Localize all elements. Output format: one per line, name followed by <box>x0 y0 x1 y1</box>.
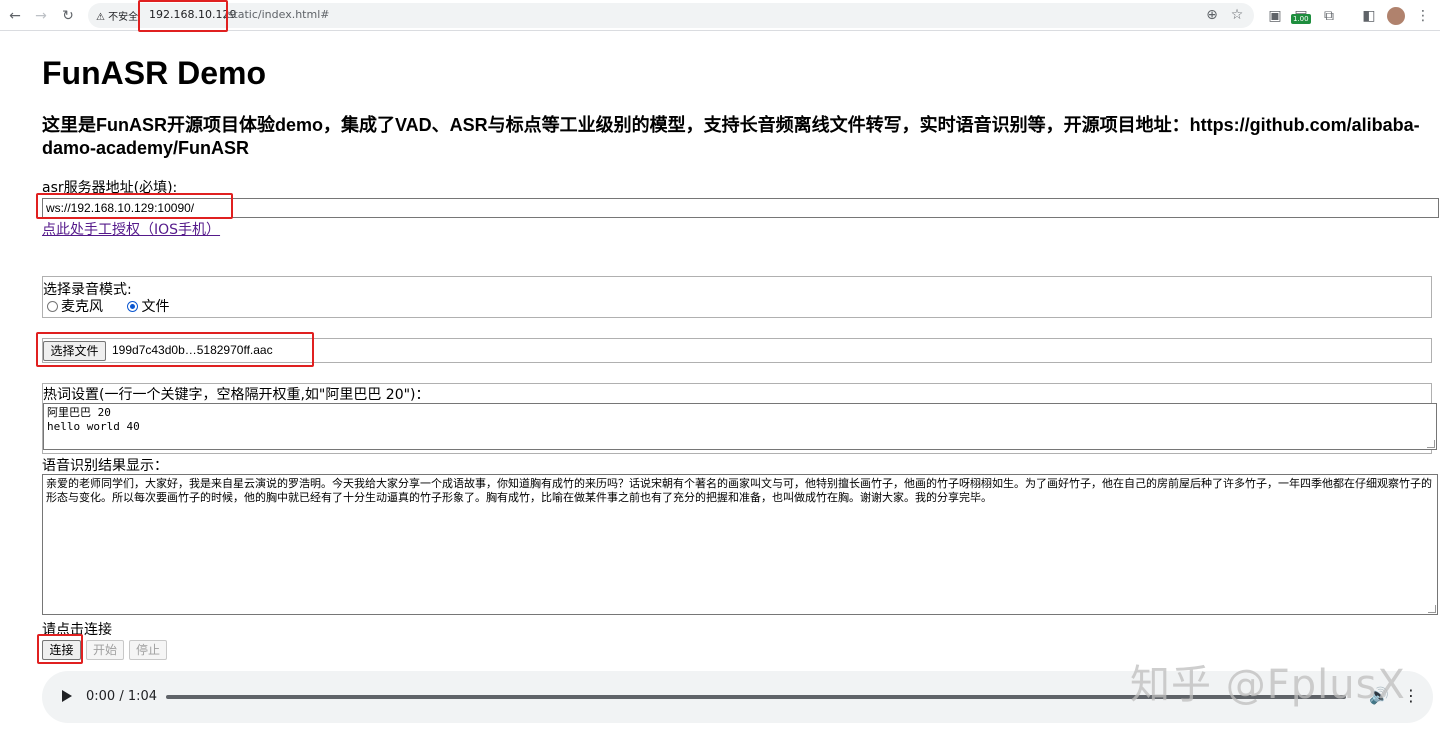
forward-icon[interactable]: → <box>31 6 51 26</box>
insecure-indicator[interactable]: ⚠ 不安全 <box>96 8 138 23</box>
profile-avatar[interactable] <box>1387 7 1405 25</box>
incognito-icon[interactable]: ▣ <box>1265 6 1285 26</box>
mode-radio-group: 麦克风 文件 <box>47 298 169 316</box>
mode-option-label: 文件 <box>141 299 170 315</box>
start-button[interactable]: 开始 <box>86 640 124 660</box>
result-text: 亲爱的老师同学们，大家好，我是来自星云演说的罗浩明。今天我给大家分享一个成语故事… <box>46 477 1432 504</box>
mode-label: 选择录音模式: <box>43 282 132 298</box>
reload-icon[interactable]: ↻ <box>58 6 78 26</box>
result-label: 语音识别结果显示： <box>42 458 168 474</box>
resize-grip-icon[interactable] <box>1427 440 1435 448</box>
insecure-label: 不安全 <box>108 12 139 23</box>
url-highlight-box <box>138 0 228 32</box>
radio-microphone[interactable] <box>47 301 58 312</box>
radio-file[interactable] <box>127 301 139 312</box>
hotword-text: 阿里巴巴 20 hello world 40 <box>47 406 140 433</box>
file-highlight-box <box>36 332 314 367</box>
side-panel-icon[interactable]: ◧ <box>1359 6 1379 26</box>
zoom-icon[interactable]: ⊕ <box>1202 5 1222 25</box>
extensions-puzzle-icon[interactable]: ⧉ <box>1319 6 1339 26</box>
url-path: /static/index.html# <box>224 8 330 21</box>
menu-kebab-icon[interactable]: ⋮ <box>1413 6 1433 26</box>
mode-fieldset <box>42 276 1432 318</box>
browser-toolbar: ← → ↻ ⚠ 不安全 192.168.10.129 /static/index… <box>0 0 1440 32</box>
server-highlight-box <box>36 193 233 219</box>
watermark: 知乎 @FplusX <box>1130 662 1406 708</box>
result-textarea[interactable]: 亲爱的老师同学们，大家好，我是来自星云演说的罗浩明。今天我给大家分享一个成语故事… <box>42 474 1438 615</box>
connect-highlight-box <box>37 634 83 664</box>
manual-auth-link[interactable]: 点此处手工授权（IOS手机） <box>42 219 220 239</box>
mode-option-microphone[interactable]: 麦克风 <box>47 299 103 315</box>
hotword-label: 热词设置(一行一个关键字，空格隔开权重,如"阿里巴巴 20")： <box>43 387 430 403</box>
resize-grip-icon[interactable] <box>1428 605 1436 613</box>
audio-time: 0:00 / 1:04 <box>86 689 158 704</box>
mode-option-label: 麦克风 <box>61 299 103 315</box>
back-icon[interactable]: ← <box>5 6 25 26</box>
play-icon[interactable] <box>62 690 72 702</box>
bookmark-star-icon[interactable]: ☆ <box>1227 5 1247 25</box>
page-subtitle: 这里是FunASR开源项目体验demo，集成了VAD、ASR与标点等工业级别的模… <box>42 115 1420 158</box>
server-address-input[interactable]: ws://192.168.10.129:10090/ <box>42 198 1439 218</box>
extension-badge: 1.00 <box>1291 14 1311 24</box>
hotword-textarea[interactable]: 阿里巴巴 20 hello world 40 <box>43 403 1437 450</box>
stop-button[interactable]: 停止 <box>129 640 167 660</box>
address-bar[interactable]: ⚠ 不安全 192.168.10.129 /static/index.html#… <box>88 3 1254 28</box>
page-title: FunASR Demo <box>42 55 266 91</box>
mode-option-file[interactable]: 文件 <box>127 299 169 315</box>
